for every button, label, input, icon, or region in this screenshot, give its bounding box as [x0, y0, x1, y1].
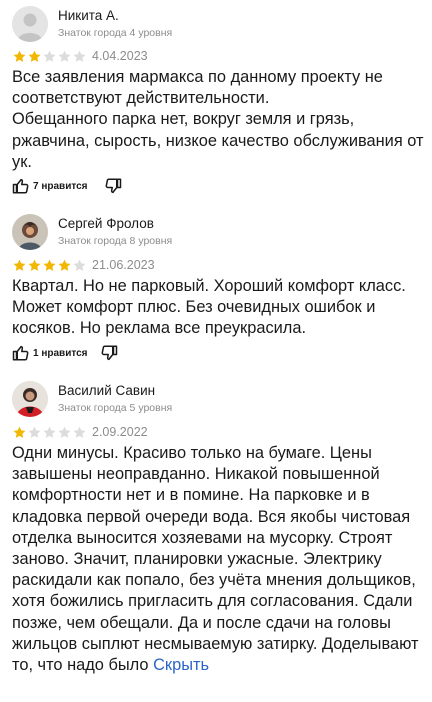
- star-filled-icon: [13, 50, 26, 62]
- like-count: 1 нравится: [33, 347, 88, 359]
- review-date: 4.04.2023: [92, 49, 148, 63]
- review-text: Одни минусы. Красиво только на бумаге. Ц…: [12, 443, 424, 676]
- user-photo-icon: [12, 214, 48, 250]
- rating-row: 21.06.2023: [12, 258, 312, 274]
- review-date: 2.09.2022: [92, 425, 148, 439]
- star-filled-icon: [28, 50, 41, 62]
- user-photo-icon: [12, 381, 48, 417]
- dislike-button[interactable]: [100, 344, 118, 362]
- rating-row: 4.04.2023: [12, 49, 312, 65]
- thumbs-up-icon: [12, 178, 29, 194]
- star-filled-icon: [13, 259, 26, 271]
- author-name[interactable]: Никита А.: [58, 8, 119, 23]
- review-text-body: Одни минусы. Красиво только на бумаге. Ц…: [12, 444, 419, 675]
- author-level: Знаток города 5 уровня: [58, 402, 173, 414]
- review-actions: 7 нравится: [12, 177, 212, 197]
- thumbs-down-icon: [105, 178, 122, 194]
- star-empty-icon: [73, 426, 86, 438]
- thumbs-down-icon: [101, 345, 118, 361]
- star-empty-icon: [28, 426, 41, 438]
- author-level: Знаток города 8 уровня: [58, 235, 173, 247]
- author-name[interactable]: Сергей Фролов: [58, 216, 154, 231]
- star-filled-icon: [58, 259, 71, 271]
- avatar[interactable]: [12, 381, 48, 417]
- star-rating: [12, 258, 87, 273]
- star-filled-icon: [13, 426, 26, 438]
- star-filled-icon: [43, 259, 56, 271]
- dislike-button[interactable]: [104, 177, 122, 195]
- author-level: Знаток города 4 уровня: [58, 27, 173, 39]
- avatar[interactable]: [12, 6, 48, 42]
- review-date: 21.06.2023: [92, 258, 155, 272]
- star-empty-icon: [43, 50, 56, 62]
- star-empty-icon: [58, 50, 71, 62]
- star-empty-icon: [73, 50, 86, 62]
- default-avatar-icon: [12, 6, 48, 42]
- star-empty-icon: [73, 259, 86, 271]
- review-text: Квартал. Но не парковый. Хороший комфорт…: [12, 277, 406, 338]
- collapse-link[interactable]: Скрыть: [153, 656, 209, 674]
- star-empty-icon: [58, 426, 71, 438]
- like-button[interactable]: 1 нравится: [12, 344, 88, 362]
- rating-row: 2.09.2022: [12, 425, 312, 441]
- like-count: 7 нравится: [33, 180, 88, 192]
- author-name[interactable]: Василий Савин: [58, 383, 155, 398]
- star-empty-icon: [43, 426, 56, 438]
- thumbs-up-icon: [12, 345, 29, 361]
- avatar[interactable]: [12, 214, 48, 250]
- review-actions: 1 нравится: [12, 344, 212, 364]
- star-filled-icon: [28, 259, 41, 271]
- star-rating: [12, 49, 87, 64]
- review-text: Все заявления мармакса по данному проект…: [12, 68, 424, 171]
- star-rating: [12, 425, 87, 440]
- like-button[interactable]: 7 нравится: [12, 177, 88, 195]
